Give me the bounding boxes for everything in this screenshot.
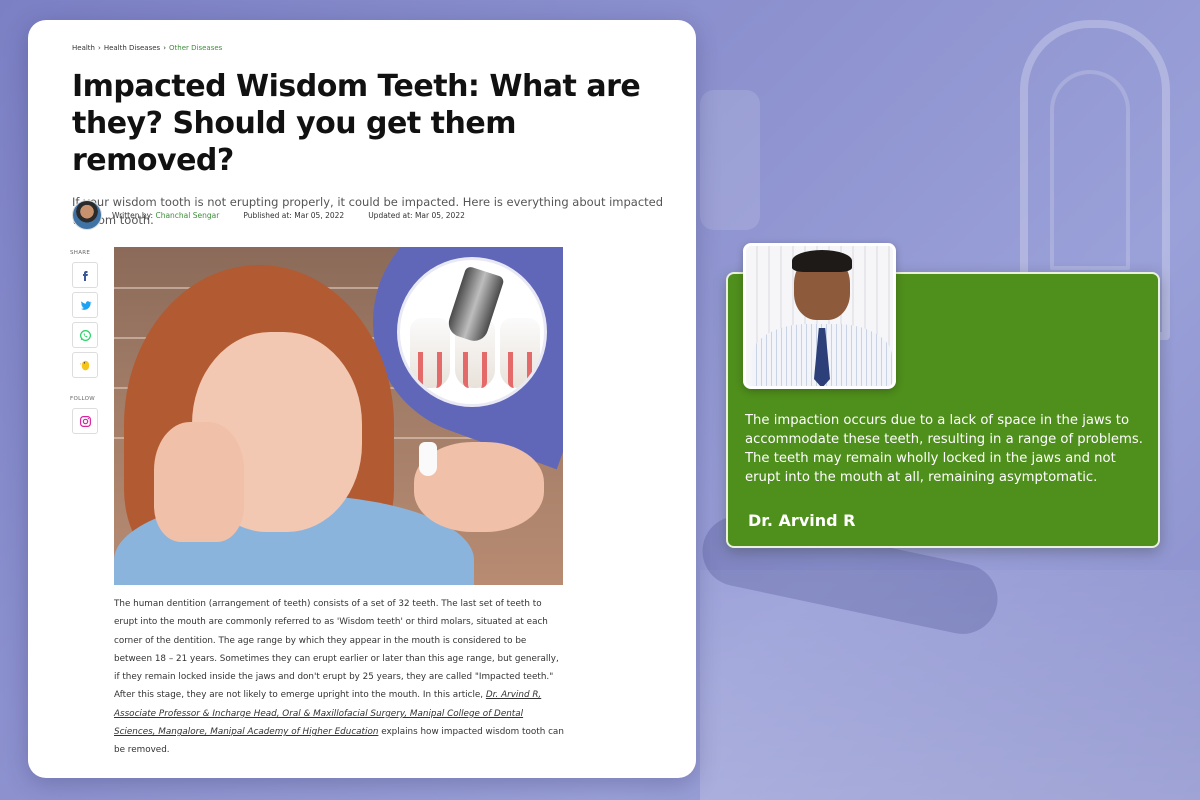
written-by-label: Written by: Chanchal Sengar [112,211,219,220]
author-link[interactable]: Chanchal Sengar [155,211,219,220]
article-title: Impacted Wisdom Teeth: What are they? Sh… [72,69,641,178]
instagram-follow-button[interactable] [72,408,98,434]
share-label: SHARE [70,250,91,256]
article-body: The human dentition (arrangement of teet… [114,595,564,760]
breadcrumb-item-health[interactable]: Health [72,44,95,52]
doctor-photo [743,243,896,389]
twitter-icon [80,300,92,310]
koo-share-button[interactable] [72,352,98,378]
share-rail: SHARE FOLLOW [70,250,100,438]
author-avatar[interactable] [72,200,102,230]
tooth-icon [410,318,450,388]
woman-hand [154,422,244,542]
background-window-inner [1050,70,1130,270]
breadcrumb-item-other-diseases[interactable]: Other Diseases [169,44,222,52]
tooth-extraction-illustration [397,257,547,407]
body-text-part1: The human dentition (arrangement of teet… [114,599,559,701]
breadcrumb: Health › Health Diseases › Other Disease… [72,44,696,52]
instagram-icon [79,415,91,427]
doctor-hair [792,250,852,272]
hero-image [114,247,563,585]
tooth-icon [500,318,540,388]
extracted-tooth [419,442,437,476]
updated-date: Updated at: Mar 05, 2022 [368,210,465,220]
whatsapp-share-button[interactable] [72,322,98,348]
breadcrumb-item-health-diseases[interactable]: Health Diseases [104,44,160,52]
quote-author: Dr. Arvind R [748,511,856,530]
forceps-icon [445,265,505,345]
byline: Written by: Chanchal Sengar Published at… [72,200,465,230]
background-dental-lamp [700,90,760,230]
published-date: Published at: Mar 05, 2022 [243,210,345,220]
breadcrumb-separator: › [98,44,101,52]
article-card: Health › Health Diseases › Other Disease… [28,20,696,778]
tooth-root [508,352,532,388]
twitter-share-button[interactable] [72,292,98,318]
quote-text: The impaction occurs due to a lack of sp… [745,413,1143,485]
whatsapp-icon [79,329,91,341]
follow-label: FOLLOW [70,396,95,402]
facebook-icon [83,271,88,281]
breadcrumb-separator: › [163,44,167,52]
facebook-share-button[interactable] [72,262,98,288]
koo-icon [79,360,89,371]
tooth-root [463,352,487,388]
tooth-root [418,352,442,388]
written-by-text: Written by: [112,210,154,220]
